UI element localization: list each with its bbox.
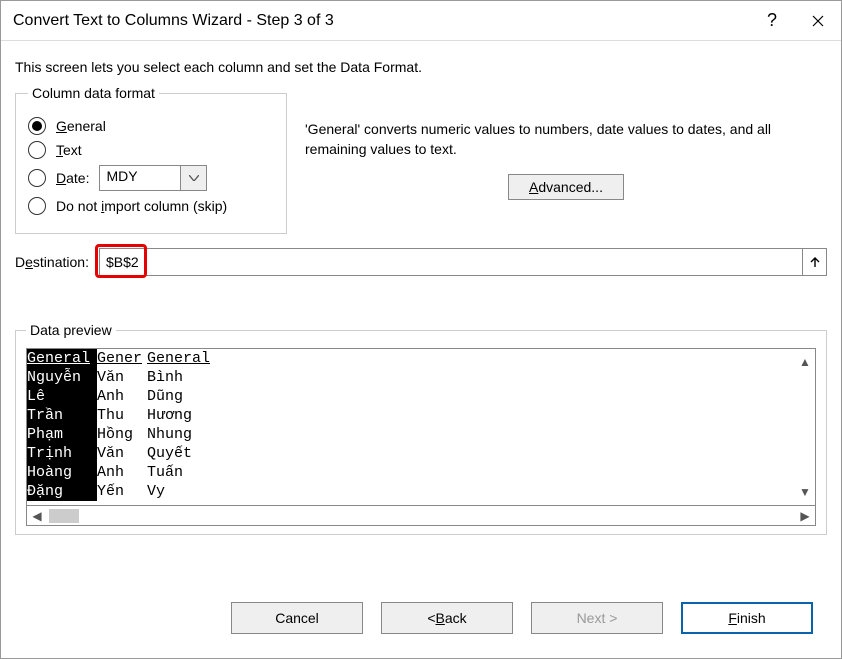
scroll-up-icon: ▲ (799, 355, 811, 369)
date-format-select[interactable]: MDY (99, 165, 207, 191)
preview-row: TrầnThuHương (27, 406, 795, 425)
back-button[interactable]: < Back (381, 602, 513, 634)
radio-icon (28, 141, 46, 159)
format-description-area: 'General' converts numeric values to num… (305, 85, 827, 200)
preview-row: HoàngAnhTuấn (27, 463, 795, 482)
horizontal-scrollbar[interactable]: ◀ ▶ (26, 506, 816, 526)
preview-header[interactable]: General (27, 349, 97, 368)
collapse-dialog-icon (809, 256, 821, 268)
vertical-scrollbar[interactable]: ▲ ▼ (795, 349, 815, 505)
advanced-button[interactable]: Advanced... (508, 174, 624, 200)
destination-input[interactable] (99, 248, 803, 276)
radio-skip[interactable]: Do not import column (skip) (28, 197, 274, 215)
destination-label: Destination: (15, 254, 89, 270)
radio-label: General (56, 118, 106, 134)
preview-row: PhạmHồngNhung (27, 425, 795, 444)
scroll-down-icon: ▼ (799, 485, 811, 499)
button-bar: Cancel < Back Next > Finish (15, 588, 827, 648)
preview-header[interactable]: General (147, 349, 210, 368)
help-button[interactable]: ? (749, 1, 795, 41)
data-preview-group: Data preview GeneralGenerGeneralNguyễnVă… (15, 322, 827, 535)
range-picker-button[interactable] (803, 248, 827, 276)
radio-label: Date: (56, 170, 89, 186)
chevron-down-icon (180, 166, 206, 190)
preview-grid[interactable]: GeneralGenerGeneralNguyễnVănBìnhLêAnhDũn… (26, 348, 816, 506)
scroll-left-icon: ◀ (27, 509, 47, 523)
wizard-dialog: Convert Text to Columns Wizard - Step 3 … (0, 0, 842, 659)
scroll-right-icon: ▶ (795, 509, 815, 523)
radio-general[interactable]: General (28, 117, 274, 135)
scroll-thumb[interactable] (49, 509, 79, 523)
column-data-format-group: Column data format General Text Date: MD… (15, 85, 287, 234)
close-icon (812, 15, 824, 27)
close-button[interactable] (795, 1, 841, 41)
radio-label: Text (56, 142, 82, 158)
preview-header[interactable]: Gener (97, 349, 147, 368)
radio-icon (28, 197, 46, 215)
preview-row: NguyễnVănBình (27, 368, 795, 387)
intro-text: This screen lets you select each column … (15, 59, 827, 75)
titlebar: Convert Text to Columns Wizard - Step 3 … (1, 1, 841, 41)
preview-row: TrịnhVănQuyết (27, 444, 795, 463)
format-legend: Column data format (28, 85, 159, 101)
finish-button[interactable]: Finish (681, 602, 813, 634)
preview-legend: Data preview (26, 322, 116, 338)
date-format-value: MDY (100, 166, 180, 190)
format-description: 'General' converts numeric values to num… (305, 119, 827, 160)
radio-text[interactable]: Text (28, 141, 274, 159)
preview-row: ĐặngYếnVy (27, 482, 795, 501)
radio-icon (28, 169, 46, 187)
next-button: Next > (531, 602, 663, 634)
preview-row: LêAnhDũng (27, 387, 795, 406)
radio-label: Do not import column (skip) (56, 198, 227, 214)
radio-icon (28, 117, 46, 135)
cancel-button[interactable]: Cancel (231, 602, 363, 634)
radio-date[interactable]: Date: MDY (28, 165, 274, 191)
window-title: Convert Text to Columns Wizard - Step 3 … (13, 12, 749, 30)
